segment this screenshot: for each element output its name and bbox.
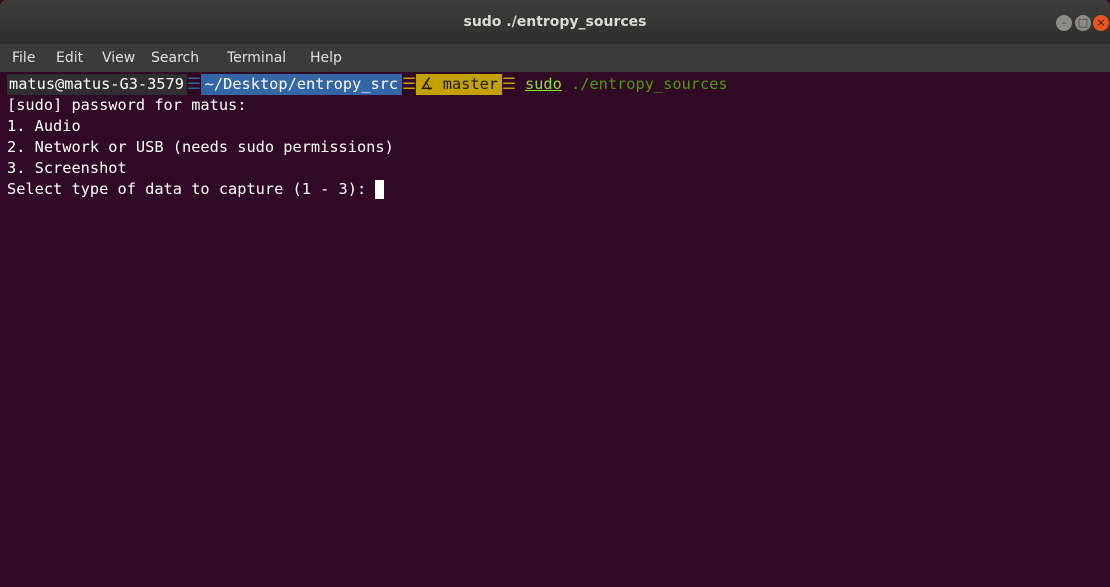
output-line: 3. Screenshot: [7, 159, 127, 177]
prompt-separator-icon: ☰: [502, 75, 516, 93]
output-line: 2. Network or USB (needs sudo permission…: [7, 138, 394, 156]
input-prompt: Select type of data to capture (1 - 3):: [7, 180, 376, 198]
menu-file[interactable]: File: [12, 44, 35, 72]
terminal-area[interactable]: matus@matus-G3-3579 ☰ ~/Desktop/entropy_sr…: [7, 72, 1107, 587]
prompt-separator-icon: ☰: [402, 75, 416, 93]
prompt-user-host: matus@matus-G3-3579: [7, 74, 187, 95]
minimize-icon[interactable]: –: [1056, 15, 1072, 31]
menu-view[interactable]: View: [102, 44, 135, 72]
git-branch-name: master: [442, 75, 499, 93]
prompt-line: matus@matus-G3-3579 ☰ ~/Desktop/entropy_sr…: [7, 74, 728, 95]
command-sudo: sudo: [524, 75, 562, 93]
prompt-path: ~/Desktop/entropy_src: [200, 74, 403, 95]
git-branch-segment: ∡ master: [415, 74, 503, 95]
close-icon[interactable]: ×: [1093, 15, 1109, 31]
input-prompt-line[interactable]: Select type of data to capture (1 - 3):: [7, 179, 385, 200]
prompt-separator-icon: ☰: [186, 75, 201, 93]
menu-help[interactable]: Help: [310, 44, 342, 72]
output-line: 1. Audio: [7, 117, 81, 135]
output-line: [sudo] password for matus:: [7, 96, 247, 114]
menu-edit[interactable]: Edit: [56, 44, 83, 72]
title-bar[interactable]: sudo ./entropy_sources – □ ×: [0, 0, 1110, 44]
window-title: sudo ./entropy_sources: [463, 14, 647, 30]
command-args: ./entropy_sources: [571, 75, 728, 93]
text-cursor: [375, 180, 385, 199]
terminal-window: sudo ./entropy_sources – □ × File Edit V…: [0, 0, 1110, 587]
git-branch-icon: ∡: [419, 75, 434, 93]
menu-terminal[interactable]: Terminal: [227, 44, 286, 72]
menu-search[interactable]: Search: [151, 44, 199, 72]
menu-bar: File Edit View Search Terminal Help: [0, 44, 1110, 72]
maximize-icon[interactable]: □: [1075, 15, 1091, 31]
